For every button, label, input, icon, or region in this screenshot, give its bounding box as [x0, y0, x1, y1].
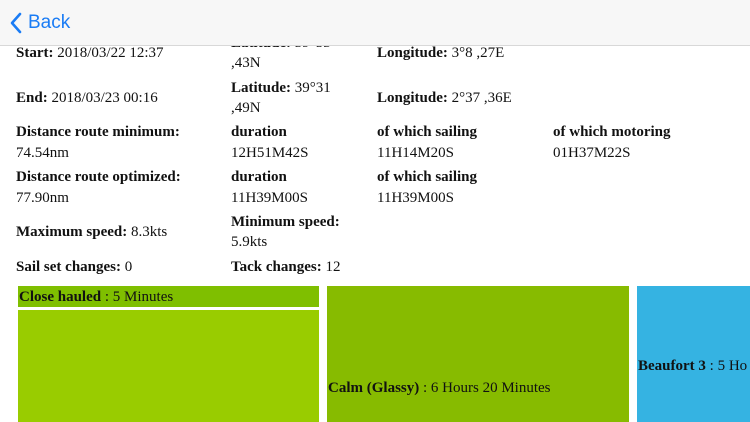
min-speed-value: 5.9kts	[231, 234, 268, 250]
tile-calm-glassy[interactable]: Calm (Glassy) : 6 Hours 20 Minutes	[327, 286, 629, 422]
max-speed-value: 8.3kts	[131, 224, 168, 240]
end-value: 2018/03/23 00:16	[51, 90, 158, 106]
back-button[interactable]: Back	[10, 9, 70, 37]
sail-set-changes-label: Sail set changes:	[16, 259, 121, 275]
route-summary: Start: 2018/03/22 12:37 Latitude: 39°53 …	[0, 0, 750, 422]
start-longitude: Longitude: 3°8 ,27E	[377, 43, 504, 64]
end-longitude: Longitude: 2°37 ,36E	[377, 88, 512, 109]
end-longitude-value: 2°37 ,36E	[451, 90, 512, 106]
duration-opt-value: 11H39M00S	[231, 190, 308, 206]
duration-min-value: 12H51M42S	[231, 145, 309, 161]
duration-min-label: duration	[231, 124, 287, 140]
tile-beaufort-3-label: Beaufort 3 : 5 Ho	[638, 358, 748, 374]
start-label: Start:	[16, 45, 54, 61]
start-longitude-label: Longitude:	[377, 45, 448, 61]
end-label: End:	[16, 90, 48, 106]
sailing-opt-label: of which sailing	[377, 169, 478, 185]
navigation-bar: Back	[0, 0, 750, 46]
distance-opt-value: 77.90nm	[16, 190, 69, 206]
end-latitude-cont: ,49N	[231, 100, 261, 116]
tile-point-of-sail[interactable]	[18, 310, 319, 422]
back-label: Back	[28, 12, 71, 33]
distance-min-value: 74.54nm	[16, 145, 69, 161]
tile-calm-glassy-label: Calm (Glassy) : 6 Hours 20 Minutes	[328, 380, 551, 396]
end-latitude-value: 39°31	[294, 80, 331, 96]
sail-set-changes: Sail set changes: 0	[16, 257, 132, 278]
end-latitude-label: Latitude:	[231, 80, 291, 96]
start-longitude-value: 3°8 ,27E	[451, 45, 505, 61]
tack-changes-value: 12	[325, 259, 341, 275]
motoring-min-value: 01H37M22S	[553, 145, 631, 161]
sailing-min-value: 11H14M20S	[377, 145, 454, 161]
end-longitude-label: Longitude:	[377, 90, 448, 106]
motoring-min-label: of which motoring	[553, 124, 671, 140]
distance-min-label: Distance route minimum:	[16, 124, 180, 140]
tack-changes: Tack changes: 12	[231, 257, 340, 278]
start-latitude-cont: ,43N	[231, 55, 261, 71]
tile-beaufort-3[interactable]: Beaufort 3 : 5 Ho	[637, 286, 750, 422]
start-value: 2018/03/22 12:37	[57, 45, 164, 61]
min-speed-label: Minimum speed:	[231, 214, 340, 230]
tile-close-hauled[interactable]: Close hauled : 5 Minutes	[18, 286, 319, 307]
tile-close-hauled-label: Close hauled : 5 Minutes	[19, 289, 174, 305]
end-latitude: Latitude: 39°31	[231, 78, 331, 99]
max-speed-label: Maximum speed:	[16, 224, 128, 240]
tack-changes-label: Tack changes:	[231, 259, 322, 275]
duration-opt-label: duration	[231, 169, 287, 185]
start-row: Start: 2018/03/22 12:37	[16, 43, 164, 64]
sail-set-changes-value: 0	[124, 259, 133, 275]
max-speed: Maximum speed: 8.3kts	[16, 222, 167, 243]
sailing-min-label: of which sailing	[377, 124, 478, 140]
sailing-opt-value: 11H39M00S	[377, 190, 454, 206]
chevron-left-icon	[10, 12, 22, 34]
distance-opt-label: Distance route optimized:	[16, 169, 181, 185]
end-row: End: 2018/03/23 00:16	[16, 88, 158, 109]
